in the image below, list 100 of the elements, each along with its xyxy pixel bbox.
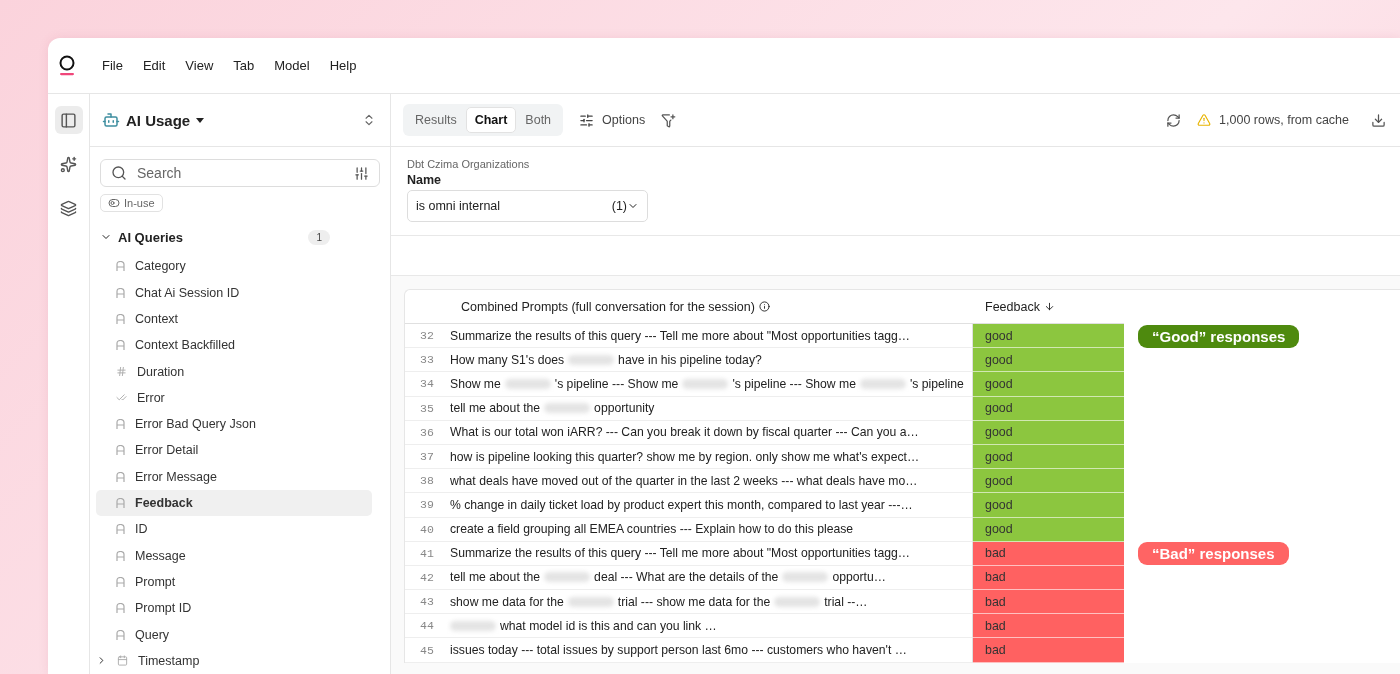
blurred-text xyxy=(782,572,829,583)
feedback-cell: bad xyxy=(973,614,1124,639)
text-type-icon xyxy=(116,524,125,535)
prompt-text: how is pipeline looking this quarter? show me by region. only show me what's expect… xyxy=(450,449,920,464)
warning-icon xyxy=(1197,113,1212,127)
text-type-icon xyxy=(116,287,125,298)
logo-icon xyxy=(58,54,76,77)
field-item[interactable]: Error Bad Query Json xyxy=(96,411,372,438)
field-item[interactable]: Error Message xyxy=(96,463,372,490)
caret-icon xyxy=(196,117,205,123)
group-label[interactable]: AI Queries xyxy=(118,229,184,245)
row-number: 39 xyxy=(405,493,449,518)
menu-item[interactable]: File xyxy=(94,54,131,77)
row-number: 41 xyxy=(405,541,449,566)
field-item[interactable]: Prompt xyxy=(96,568,372,596)
feedback-cell: bad xyxy=(973,638,1124,663)
row-number: 45 xyxy=(405,638,449,663)
row-number: 33 xyxy=(405,348,449,373)
row-number: 42 xyxy=(405,565,449,591)
filter-dropdown[interactable]: is omni internal (1) xyxy=(407,190,648,222)
field-item[interactable]: ID xyxy=(96,516,372,543)
feedback-cell: good xyxy=(973,517,1124,542)
prompt-text: 's pipeline xyxy=(909,376,964,391)
filter-source: Dbt Czima Organizations xyxy=(407,158,531,170)
download-icon[interactable] xyxy=(1371,112,1386,128)
menu-item[interactable]: View xyxy=(177,54,222,77)
prompt-text: what deals have moved out of the quarter in the last 2 weeks --- what deals have mo… xyxy=(450,473,918,488)
field-item[interactable]: Duration xyxy=(96,358,372,385)
prompt-text: opportunity xyxy=(594,401,655,416)
feedback-cell: good xyxy=(973,348,1124,373)
field-item[interactable]: Feedback xyxy=(96,489,372,517)
text-type-icon xyxy=(116,603,125,614)
prompt-text: show me data for the xyxy=(450,594,564,609)
text-type-icon xyxy=(116,445,125,456)
prompt-text: have in his pipeline today? xyxy=(618,352,762,367)
toggle-icon xyxy=(108,197,120,210)
in-use-toggle[interactable]: In-use xyxy=(100,194,163,213)
menu-item[interactable]: Help xyxy=(321,54,365,77)
search-field[interactable]: Search xyxy=(100,159,380,188)
feedback-cell: good xyxy=(973,420,1124,445)
callout-label: “Bad” responses xyxy=(1138,542,1289,566)
prompt-text: How many S1's does xyxy=(450,352,565,367)
prompt-text: 's pipeline --- Show me xyxy=(554,376,679,391)
text-type-icon xyxy=(116,550,125,561)
number-type-icon xyxy=(116,366,127,378)
text-type-icon xyxy=(116,498,125,509)
row-number: 35 xyxy=(405,396,449,421)
prompt-text: trial --- show me data for the xyxy=(617,594,771,609)
calendar-type-icon xyxy=(117,655,128,667)
prompt-text: Summarize the results of this query --- Tell me more about "Most opportunities tagg… xyxy=(450,328,910,343)
row-number: 34 xyxy=(405,372,449,397)
callout-label: “Good” responses xyxy=(1138,324,1300,348)
filter-sliders-icon[interactable] xyxy=(354,165,369,181)
prompt-text: 's pipeline --- Show me xyxy=(732,376,856,391)
menu-item[interactable]: Tab xyxy=(225,54,263,77)
menu-item[interactable]: Model xyxy=(266,54,318,77)
sliders-icon xyxy=(579,112,595,128)
field-item[interactable]: Query xyxy=(96,621,372,648)
field-item[interactable]: Category xyxy=(96,253,372,280)
view-tab[interactable]: Results xyxy=(406,107,466,133)
topic-title: AI Usage xyxy=(126,111,191,129)
row-number: 38 xyxy=(405,469,449,494)
refresh-icon[interactable] xyxy=(1166,112,1182,128)
field-item[interactable]: Chat Ai Session ID xyxy=(96,279,372,306)
feedback-cell: good xyxy=(973,493,1124,518)
blurred-text xyxy=(544,403,591,414)
filter-sparkle-icon[interactable] xyxy=(661,112,677,128)
prompt-text: Show me xyxy=(450,376,501,391)
sort-arrow-icon xyxy=(1043,301,1055,312)
view-tab[interactable]: Both xyxy=(516,107,561,133)
field-item[interactable]: Error xyxy=(96,384,372,411)
info-icon xyxy=(758,301,770,312)
feedback-cell: bad xyxy=(973,541,1124,566)
column-header[interactable]: Combined Prompts (full conversation for the session) xyxy=(449,290,973,324)
sidebar-toggle-icon[interactable] xyxy=(54,106,83,134)
text-type-icon xyxy=(116,313,125,324)
blurred-text xyxy=(450,620,496,631)
blurred-text xyxy=(859,378,906,389)
menu-item[interactable]: Edit xyxy=(134,54,174,77)
view-tab[interactable]: Chart xyxy=(465,107,517,133)
row-number: 44 xyxy=(405,614,449,639)
feedback-cell: good xyxy=(973,324,1124,349)
field-item[interactable]: Context xyxy=(96,305,372,333)
feedback-cell: good xyxy=(973,444,1124,470)
field-item[interactable]: Prompt ID xyxy=(96,595,372,622)
check-type-icon xyxy=(116,392,127,404)
search-input[interactable]: Search xyxy=(135,164,346,182)
options-button[interactable]: Options xyxy=(571,108,654,132)
filter-field-label: Name xyxy=(407,173,443,187)
feedback-cell: bad xyxy=(973,565,1124,591)
field-item[interactable]: Message xyxy=(96,542,372,569)
prompt-text: % change in daily ticket load by product expert this month, compared to last year ---… xyxy=(450,497,913,512)
prompt-text: tell me about the xyxy=(450,570,541,585)
text-type-icon xyxy=(116,576,125,587)
prompt-text: create a field grouping all EMEA countries --- Explain how to do this please xyxy=(450,522,854,537)
blurred-text xyxy=(544,572,591,583)
field-item[interactable]: Error Detail xyxy=(96,437,372,464)
field-item[interactable]: Context Backfilled xyxy=(96,332,372,359)
field-item[interactable]: Timestamp xyxy=(96,647,372,674)
prompt-text: tell me about the xyxy=(450,401,541,416)
